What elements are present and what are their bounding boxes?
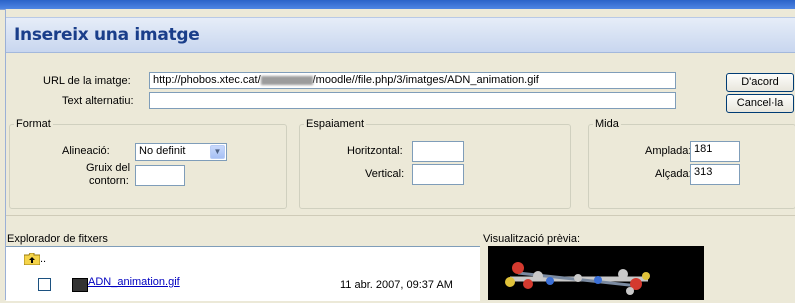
insert-image-dialog: Insereix una imatge URL de la imatge: ht… bbox=[5, 9, 795, 301]
folder-up-icon[interactable] bbox=[24, 253, 40, 265]
width-label: Amplada: bbox=[645, 145, 692, 157]
align-select[interactable]: No definit ▼ bbox=[135, 143, 227, 161]
url-suffix: /moodle//file.php/3/imatges/ADN_animatio… bbox=[312, 74, 539, 86]
align-select-value: No definit bbox=[139, 145, 186, 157]
url-input[interactable]: http://phobos.xtec.cat/ /moodle//file.php… bbox=[149, 72, 676, 89]
url-label: URL de la imatge: bbox=[43, 75, 131, 87]
size-group-title: Mida bbox=[593, 118, 621, 130]
preview-title: Visualització prèvia: bbox=[483, 233, 581, 245]
file-checkbox[interactable] bbox=[38, 278, 51, 291]
chevron-down-icon[interactable]: ▼ bbox=[210, 145, 225, 159]
dialog-header: Insereix una imatge bbox=[6, 17, 795, 53]
dialog-title: Insereix una imatge bbox=[14, 25, 200, 45]
width-input[interactable]: 181 bbox=[690, 141, 740, 162]
file-name-link[interactable]: ADN_animation.gif bbox=[88, 276, 180, 288]
height-input[interactable]: 313 bbox=[690, 164, 740, 185]
ok-button[interactable]: D'acord bbox=[726, 73, 794, 92]
dna-preview-image bbox=[505, 262, 650, 295]
horizontal-label: Horitzontal: bbox=[347, 145, 403, 157]
alt-text-input[interactable] bbox=[149, 92, 676, 109]
parent-folder-label[interactable]: .. bbox=[40, 253, 46, 265]
vertical-input[interactable] bbox=[412, 164, 464, 185]
align-label: Alineació: bbox=[62, 145, 110, 157]
vertical-label: Vertical: bbox=[365, 168, 405, 180]
format-group-title: Format bbox=[14, 118, 53, 130]
height-label: Alçada: bbox=[655, 168, 692, 180]
spacing-group: Espaiament Horitzontal: Vertical: bbox=[299, 118, 571, 209]
file-explorer[interactable]: .. ADN_animation.gif 11 abr. 2007, 09:37… bbox=[6, 246, 480, 301]
format-group: Format Alineació: No definit ▼ Gruix del… bbox=[9, 118, 287, 209]
border-label-line2: contorn: bbox=[89, 175, 129, 187]
image-file-icon bbox=[72, 278, 88, 292]
redacted-url-part bbox=[260, 75, 313, 85]
border-label-line1: Gruix del bbox=[86, 162, 131, 174]
image-preview bbox=[488, 246, 704, 300]
border-input[interactable] bbox=[135, 165, 185, 186]
file-date: 11 abr. 2007, 09:37 AM bbox=[340, 279, 453, 291]
cancel-button[interactable]: Cancel·la bbox=[726, 94, 794, 113]
size-group: Mida Amplada: 181 Alçada: 313 bbox=[588, 118, 795, 209]
explorer-title: Explorador de fitxers bbox=[7, 233, 108, 245]
url-prefix: http://phobos.xtec.cat/ bbox=[153, 74, 261, 86]
spacing-group-title: Espaiament bbox=[304, 118, 367, 130]
horizontal-input[interactable] bbox=[412, 141, 464, 162]
alt-text-label: Text alternatiu: bbox=[62, 95, 134, 107]
section-divider bbox=[6, 215, 795, 216]
